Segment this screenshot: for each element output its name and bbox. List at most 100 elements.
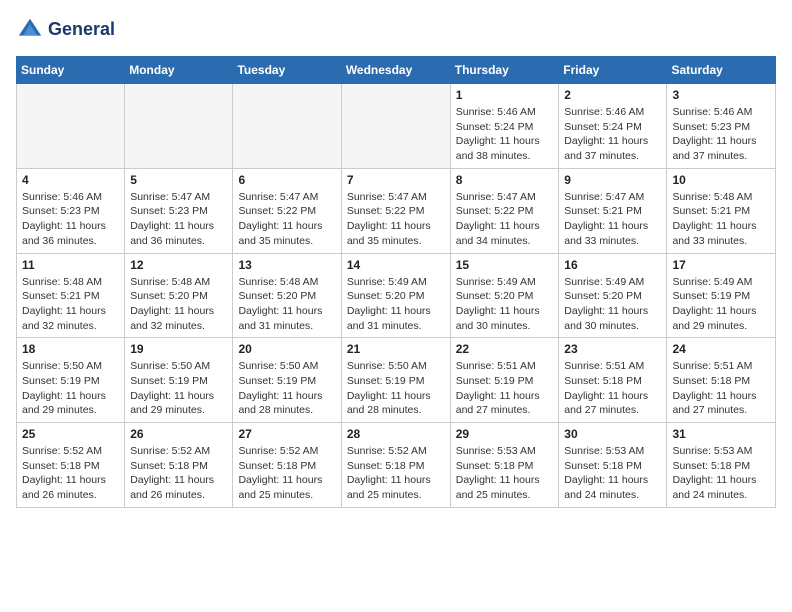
calendar-cell: 29 Sunrise: 5:53 AM Sunset: 5:18 PM Dayli… <box>450 423 559 508</box>
logo: General <box>16 16 115 44</box>
day-number: 1 <box>456 88 554 102</box>
day-info: Sunrise: 5:48 AM Sunset: 5:20 PM Dayligh… <box>238 275 335 334</box>
day-number: 9 <box>564 173 661 187</box>
day-info: Sunrise: 5:50 AM Sunset: 5:19 PM Dayligh… <box>238 359 335 418</box>
day-info: Sunrise: 5:46 AM Sunset: 5:24 PM Dayligh… <box>456 105 554 164</box>
day-number: 16 <box>564 258 661 272</box>
day-info: Sunrise: 5:52 AM Sunset: 5:18 PM Dayligh… <box>130 444 227 503</box>
day-number: 3 <box>672 88 770 102</box>
calendar-cell: 20 Sunrise: 5:50 AM Sunset: 5:19 PM Dayli… <box>233 338 341 423</box>
calendar-cell <box>233 84 341 169</box>
day-number: 11 <box>22 258 119 272</box>
day-info: Sunrise: 5:49 AM Sunset: 5:20 PM Dayligh… <box>347 275 445 334</box>
weekday-header: Saturday <box>667 57 776 84</box>
day-number: 24 <box>672 342 770 356</box>
day-info: Sunrise: 5:47 AM Sunset: 5:21 PM Dayligh… <box>564 190 661 249</box>
day-info: Sunrise: 5:47 AM Sunset: 5:22 PM Dayligh… <box>456 190 554 249</box>
day-info: Sunrise: 5:47 AM Sunset: 5:22 PM Dayligh… <box>238 190 335 249</box>
day-info: Sunrise: 5:52 AM Sunset: 5:18 PM Dayligh… <box>22 444 119 503</box>
calendar-cell: 5Sunrise: 5:47 AM Sunset: 5:23 PM Daylig… <box>125 168 233 253</box>
calendar-cell: 7Sunrise: 5:47 AM Sunset: 5:22 PM Daylig… <box>341 168 450 253</box>
calendar-cell: 2 Sunrise: 5:46 AM Sunset: 5:24 PM Daylig… <box>559 84 667 169</box>
day-number: 22 <box>456 342 554 356</box>
day-number: 14 <box>347 258 445 272</box>
day-info: Sunrise: 5:46 AM Sunset: 5:23 PM Dayligh… <box>672 105 770 164</box>
calendar-week-row: 11 Sunrise: 5:48 AM Sunset: 5:21 PM Dayli… <box>17 253 776 338</box>
calendar-cell: 24 Sunrise: 5:51 AM Sunset: 5:18 PM Dayli… <box>667 338 776 423</box>
day-info: Sunrise: 5:46 AM Sunset: 5:23 PM Dayligh… <box>22 190 119 249</box>
day-number: 2 <box>564 88 661 102</box>
day-number: 8 <box>456 173 554 187</box>
calendar-cell: 6 Sunrise: 5:47 AM Sunset: 5:22 PM Daylig… <box>233 168 341 253</box>
day-info: Sunrise: 5:51 AM Sunset: 5:19 PM Dayligh… <box>456 359 554 418</box>
day-info: Sunrise: 5:48 AM Sunset: 5:20 PM Dayligh… <box>130 275 227 334</box>
day-number: 10 <box>672 173 770 187</box>
day-info: Sunrise: 5:51 AM Sunset: 5:18 PM Dayligh… <box>564 359 661 418</box>
calendar-cell: 28Sunrise: 5:52 AM Sunset: 5:18 PM Dayli… <box>341 423 450 508</box>
calendar-cell: 4 Sunrise: 5:46 AM Sunset: 5:23 PM Daylig… <box>17 168 125 253</box>
calendar-cell: 26Sunrise: 5:52 AM Sunset: 5:18 PM Dayli… <box>125 423 233 508</box>
calendar-week-row: 1 Sunrise: 5:46 AM Sunset: 5:24 PM Daylig… <box>17 84 776 169</box>
day-info: Sunrise: 5:52 AM Sunset: 5:18 PM Dayligh… <box>347 444 445 503</box>
calendar-cell: 23 Sunrise: 5:51 AM Sunset: 5:18 PM Dayli… <box>559 338 667 423</box>
day-info: Sunrise: 5:47 AM Sunset: 5:22 PM Dayligh… <box>347 190 445 249</box>
calendar-cell: 31Sunrise: 5:53 AM Sunset: 5:18 PM Dayli… <box>667 423 776 508</box>
day-number: 31 <box>672 427 770 441</box>
calendar-cell: 9 Sunrise: 5:47 AM Sunset: 5:21 PM Daylig… <box>559 168 667 253</box>
calendar-cell: 12 Sunrise: 5:48 AM Sunset: 5:20 PM Dayli… <box>125 253 233 338</box>
weekday-header: Thursday <box>450 57 559 84</box>
calendar-cell: 16Sunrise: 5:49 AM Sunset: 5:20 PM Dayli… <box>559 253 667 338</box>
calendar-cell <box>17 84 125 169</box>
page-header: General <box>16 16 776 44</box>
weekday-header: Tuesday <box>233 57 341 84</box>
calendar-cell: 21Sunrise: 5:50 AM Sunset: 5:19 PM Dayli… <box>341 338 450 423</box>
day-info: Sunrise: 5:52 AM Sunset: 5:18 PM Dayligh… <box>238 444 335 503</box>
calendar-cell: 8 Sunrise: 5:47 AM Sunset: 5:22 PM Daylig… <box>450 168 559 253</box>
day-number: 27 <box>238 427 335 441</box>
calendar-cell: 18 Sunrise: 5:50 AM Sunset: 5:19 PM Dayli… <box>17 338 125 423</box>
calendar-cell: 25 Sunrise: 5:52 AM Sunset: 5:18 PM Dayli… <box>17 423 125 508</box>
calendar-cell: 10 Sunrise: 5:48 AM Sunset: 5:21 PM Dayli… <box>667 168 776 253</box>
day-number: 13 <box>238 258 335 272</box>
day-number: 19 <box>130 342 227 356</box>
day-info: Sunrise: 5:50 AM Sunset: 5:19 PM Dayligh… <box>130 359 227 418</box>
day-number: 4 <box>22 173 119 187</box>
day-number: 25 <box>22 427 119 441</box>
weekday-header: Sunday <box>17 57 125 84</box>
day-number: 23 <box>564 342 661 356</box>
calendar-table: SundayMondayTuesdayWednesdayThursdayFrid… <box>16 56 776 508</box>
calendar-cell: 27 Sunrise: 5:52 AM Sunset: 5:18 PM Dayli… <box>233 423 341 508</box>
day-info: Sunrise: 5:46 AM Sunset: 5:24 PM Dayligh… <box>564 105 661 164</box>
calendar-cell: 22 Sunrise: 5:51 AM Sunset: 5:19 PM Dayli… <box>450 338 559 423</box>
day-number: 12 <box>130 258 227 272</box>
day-number: 15 <box>456 258 554 272</box>
day-number: 17 <box>672 258 770 272</box>
day-number: 20 <box>238 342 335 356</box>
calendar-cell: 19 Sunrise: 5:50 AM Sunset: 5:19 PM Dayli… <box>125 338 233 423</box>
day-number: 18 <box>22 342 119 356</box>
calendar-cell: 11 Sunrise: 5:48 AM Sunset: 5:21 PM Dayli… <box>17 253 125 338</box>
day-info: Sunrise: 5:47 AM Sunset: 5:23 PM Dayligh… <box>130 190 227 249</box>
day-info: Sunrise: 5:48 AM Sunset: 5:21 PM Dayligh… <box>672 190 770 249</box>
calendar-cell: 1 Sunrise: 5:46 AM Sunset: 5:24 PM Daylig… <box>450 84 559 169</box>
logo-text: General <box>48 20 115 40</box>
weekday-header: Friday <box>559 57 667 84</box>
calendar-week-row: 4 Sunrise: 5:46 AM Sunset: 5:23 PM Daylig… <box>17 168 776 253</box>
weekday-header-row: SundayMondayTuesdayWednesdayThursdayFrid… <box>17 57 776 84</box>
day-number: 6 <box>238 173 335 187</box>
calendar-cell: 15Sunrise: 5:49 AM Sunset: 5:20 PM Dayli… <box>450 253 559 338</box>
calendar-cell: 14 Sunrise: 5:49 AM Sunset: 5:20 PM Dayli… <box>341 253 450 338</box>
logo-icon <box>16 16 44 44</box>
calendar-cell <box>341 84 450 169</box>
day-info: Sunrise: 5:50 AM Sunset: 5:19 PM Dayligh… <box>22 359 119 418</box>
day-info: Sunrise: 5:51 AM Sunset: 5:18 PM Dayligh… <box>672 359 770 418</box>
calendar-cell: 17 Sunrise: 5:49 AM Sunset: 5:19 PM Dayli… <box>667 253 776 338</box>
weekday-header: Monday <box>125 57 233 84</box>
day-number: 29 <box>456 427 554 441</box>
calendar-cell <box>125 84 233 169</box>
day-info: Sunrise: 5:53 AM Sunset: 5:18 PM Dayligh… <box>456 444 554 503</box>
day-info: Sunrise: 5:49 AM Sunset: 5:19 PM Dayligh… <box>672 275 770 334</box>
calendar-cell: 3 Sunrise: 5:46 AM Sunset: 5:23 PM Daylig… <box>667 84 776 169</box>
day-info: Sunrise: 5:48 AM Sunset: 5:21 PM Dayligh… <box>22 275 119 334</box>
calendar-week-row: 18 Sunrise: 5:50 AM Sunset: 5:19 PM Dayli… <box>17 338 776 423</box>
